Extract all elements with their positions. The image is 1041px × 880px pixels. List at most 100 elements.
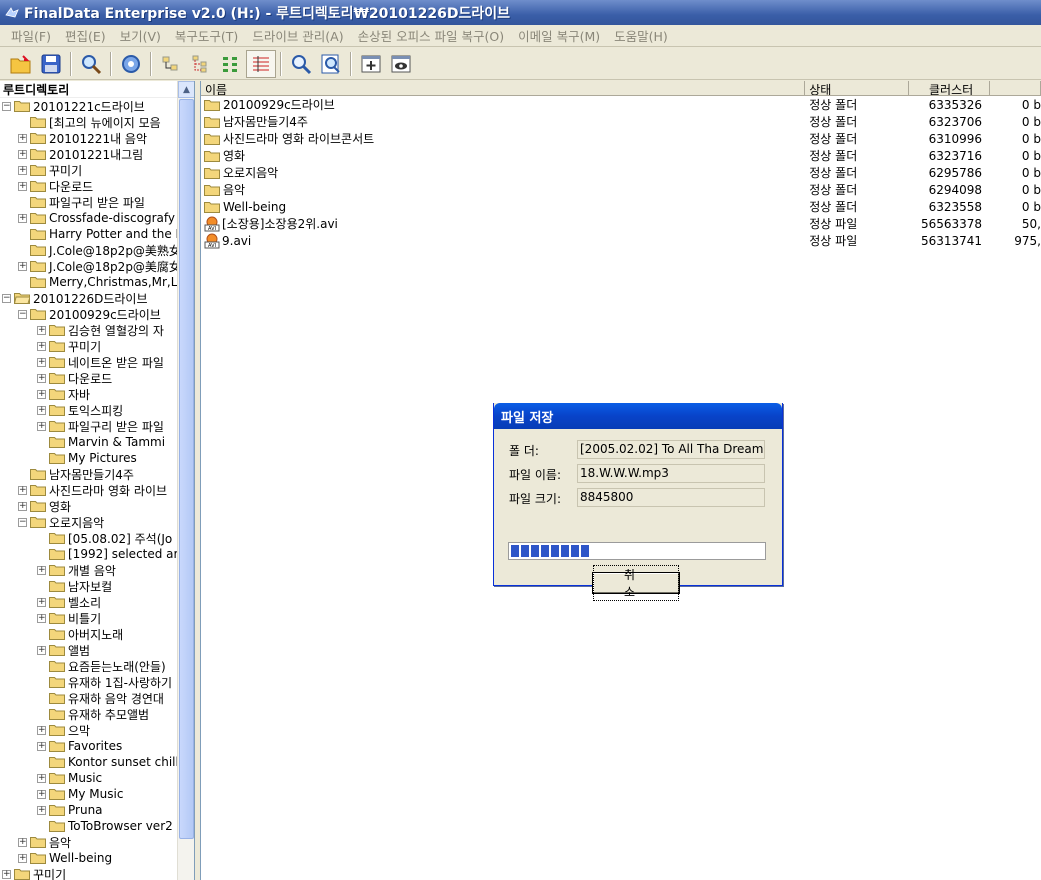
cancel-button[interactable]: 취 소 [592, 565, 680, 601]
tree-node[interactable]: + J.Cole@18p2p@美腐女 [0, 258, 178, 274]
expand-icon[interactable]: + [18, 853, 27, 863]
tree-node[interactable]: + 자바 [0, 386, 178, 402]
menu-item[interactable]: 파일(F) [4, 26, 58, 45]
expand-icon[interactable]: + [18, 261, 27, 271]
expand-icon[interactable]: + [37, 357, 46, 367]
tree-node[interactable]: + 다운로드 [0, 370, 178, 386]
tree-node[interactable]: + 개별 음악 [0, 562, 178, 578]
expand-icon[interactable]: + [18, 133, 27, 143]
file-row[interactable]: 사진드라마 영화 라이브콘서트 정상 폴더 6310996 0 b [201, 130, 1041, 147]
tree-node[interactable]: Harry Potter and the D [0, 226, 178, 242]
expand-icon[interactable]: + [2, 869, 11, 879]
expand-icon[interactable]: + [37, 741, 46, 751]
tree-node[interactable]: 유재하 음악 경연대 [0, 690, 178, 706]
tree-node[interactable]: + 김승현 열혈강의 자 [0, 322, 178, 338]
file-row[interactable]: 음악 정상 폴더 6294098 0 b [201, 181, 1041, 198]
tree-node[interactable]: + Music [0, 770, 178, 786]
menu-item[interactable]: 드라이브 관리(A) [245, 26, 350, 45]
expand-icon[interactable]: + [18, 213, 27, 223]
tree-scrollbar[interactable]: ▲ [177, 81, 194, 880]
scroll-thumb[interactable] [179, 99, 194, 839]
file-row[interactable]: AVI [소장용]소장용2위.avi 정상 파일 56563378 50, [201, 215, 1041, 232]
details-icon[interactable] [246, 49, 276, 78]
column-header-state[interactable]: 상태 [805, 81, 910, 95]
collapse-icon[interactable]: − [2, 101, 11, 111]
tree-node[interactable]: − 20101226D드라이브 [0, 290, 178, 306]
hierarchy-icon[interactable] [186, 50, 216, 78]
expand-icon[interactable]: + [37, 325, 46, 335]
column-header-cluster[interactable]: 클러스터 [909, 81, 991, 95]
tree-node[interactable]: 요즘듣는노래(안들) [0, 658, 178, 674]
collapse-icon[interactable]: − [18, 517, 27, 527]
file-row[interactable]: 남자몸만들기4주 정상 폴더 6323706 0 b [201, 113, 1041, 130]
file-row[interactable]: AVI 9.avi 정상 파일 56313741 975, [201, 232, 1041, 249]
expand-icon[interactable]: + [37, 421, 46, 431]
file-row[interactable]: 오로지음악 정상 폴더 6295786 0 b [201, 164, 1041, 181]
expand-icon[interactable]: + [18, 165, 27, 175]
expand-icon[interactable]: + [37, 597, 46, 607]
expand-icon[interactable]: + [18, 485, 27, 495]
tree-node[interactable]: ToToBrowser ver2 [0, 818, 178, 834]
menu-item[interactable]: 편집(E) [58, 26, 113, 45]
expand-icon[interactable]: + [37, 565, 46, 575]
expand-icon[interactable] [356, 50, 386, 78]
expand-icon[interactable]: + [37, 405, 46, 415]
tree-node[interactable]: + 비틀기 [0, 610, 178, 626]
tree-root[interactable]: 루트디렉토리 [0, 81, 194, 98]
menu-item[interactable]: 복구도구(T) [168, 26, 245, 45]
tree-node[interactable]: + 음악 [0, 834, 178, 850]
tree-node[interactable]: Merry,Christmas,Mr,L [0, 274, 178, 290]
tree-node[interactable]: 파일구리 받은 파일 [0, 194, 178, 210]
expand-icon[interactable]: + [37, 645, 46, 655]
tree-node[interactable]: + 네이트온 받은 파일 [0, 354, 178, 370]
tree-node[interactable]: My Pictures [0, 450, 178, 466]
collapse-icon[interactable]: − [2, 293, 11, 303]
tree-node[interactable]: + 으막 [0, 722, 178, 738]
list-icon[interactable] [216, 50, 246, 78]
preview-icon[interactable] [386, 50, 416, 78]
tree-node[interactable]: + Well-being [0, 850, 178, 866]
tree-node[interactable]: − 오로지음악 [0, 514, 178, 530]
tree-node[interactable]: 유재하 추모앨범 [0, 706, 178, 722]
tree-view-icon[interactable] [156, 50, 186, 78]
tree-node[interactable]: + My Music [0, 786, 178, 802]
column-header-size[interactable] [990, 81, 1041, 95]
expand-icon[interactable]: + [37, 789, 46, 799]
save-icon[interactable] [36, 50, 66, 78]
tree-node[interactable]: − 20100929c드라이브 [0, 306, 178, 322]
tree-node[interactable]: + 사진드라마 영화 라이브 [0, 482, 178, 498]
tree-node[interactable]: Kontor sunset chill [0, 754, 178, 770]
tree-node[interactable]: + Pruna [0, 802, 178, 818]
expand-icon[interactable]: + [37, 341, 46, 351]
scroll-up-icon[interactable]: ▲ [178, 81, 194, 98]
menu-item[interactable]: 이메일 복구(M) [511, 26, 607, 45]
tree-node[interactable]: + 파일구리 받은 파일 [0, 418, 178, 434]
menu-item[interactable]: 손상된 오피스 파일 복구(O) [351, 26, 512, 45]
tree-node[interactable]: + 토익스피킹 [0, 402, 178, 418]
file-row[interactable]: Well-being 정상 폴더 6323558 0 b [201, 198, 1041, 215]
settings-icon[interactable] [116, 50, 146, 78]
tree-node[interactable]: + 벨소리 [0, 594, 178, 610]
expand-icon[interactable]: + [18, 149, 27, 159]
expand-icon[interactable]: + [18, 181, 27, 191]
tree-node[interactable]: [05.08.02] 주석(Jo [0, 530, 178, 546]
tree-node[interactable]: + 영화 [0, 498, 178, 514]
open-folder-icon[interactable] [6, 50, 36, 78]
tree-node[interactable]: + 꾸미기 [0, 866, 178, 880]
expand-icon[interactable]: + [37, 373, 46, 383]
expand-icon[interactable]: + [18, 837, 27, 847]
expand-icon[interactable]: + [37, 805, 46, 815]
menu-item[interactable]: 보기(V) [113, 26, 168, 45]
tree-node[interactable]: 남자보컬 [0, 578, 178, 594]
tree-node[interactable]: 아버지노래 [0, 626, 178, 642]
menu-item[interactable]: 도움말(H) [607, 26, 675, 45]
expand-icon[interactable]: + [37, 725, 46, 735]
tree-node[interactable]: + 앨범 [0, 642, 178, 658]
find-icon[interactable] [286, 50, 316, 78]
tree-node[interactable]: Marvin & Tammi [0, 434, 178, 450]
column-header-name[interactable]: 이름 [201, 81, 806, 95]
find-files-icon[interactable] [316, 50, 346, 78]
tree-node[interactable]: J.Cole@18p2p@美熟女 [0, 242, 178, 258]
tree-node[interactable]: +20101221내 음악 [0, 130, 178, 146]
tree-node[interactable]: 남자몸만들기4주 [0, 466, 178, 482]
